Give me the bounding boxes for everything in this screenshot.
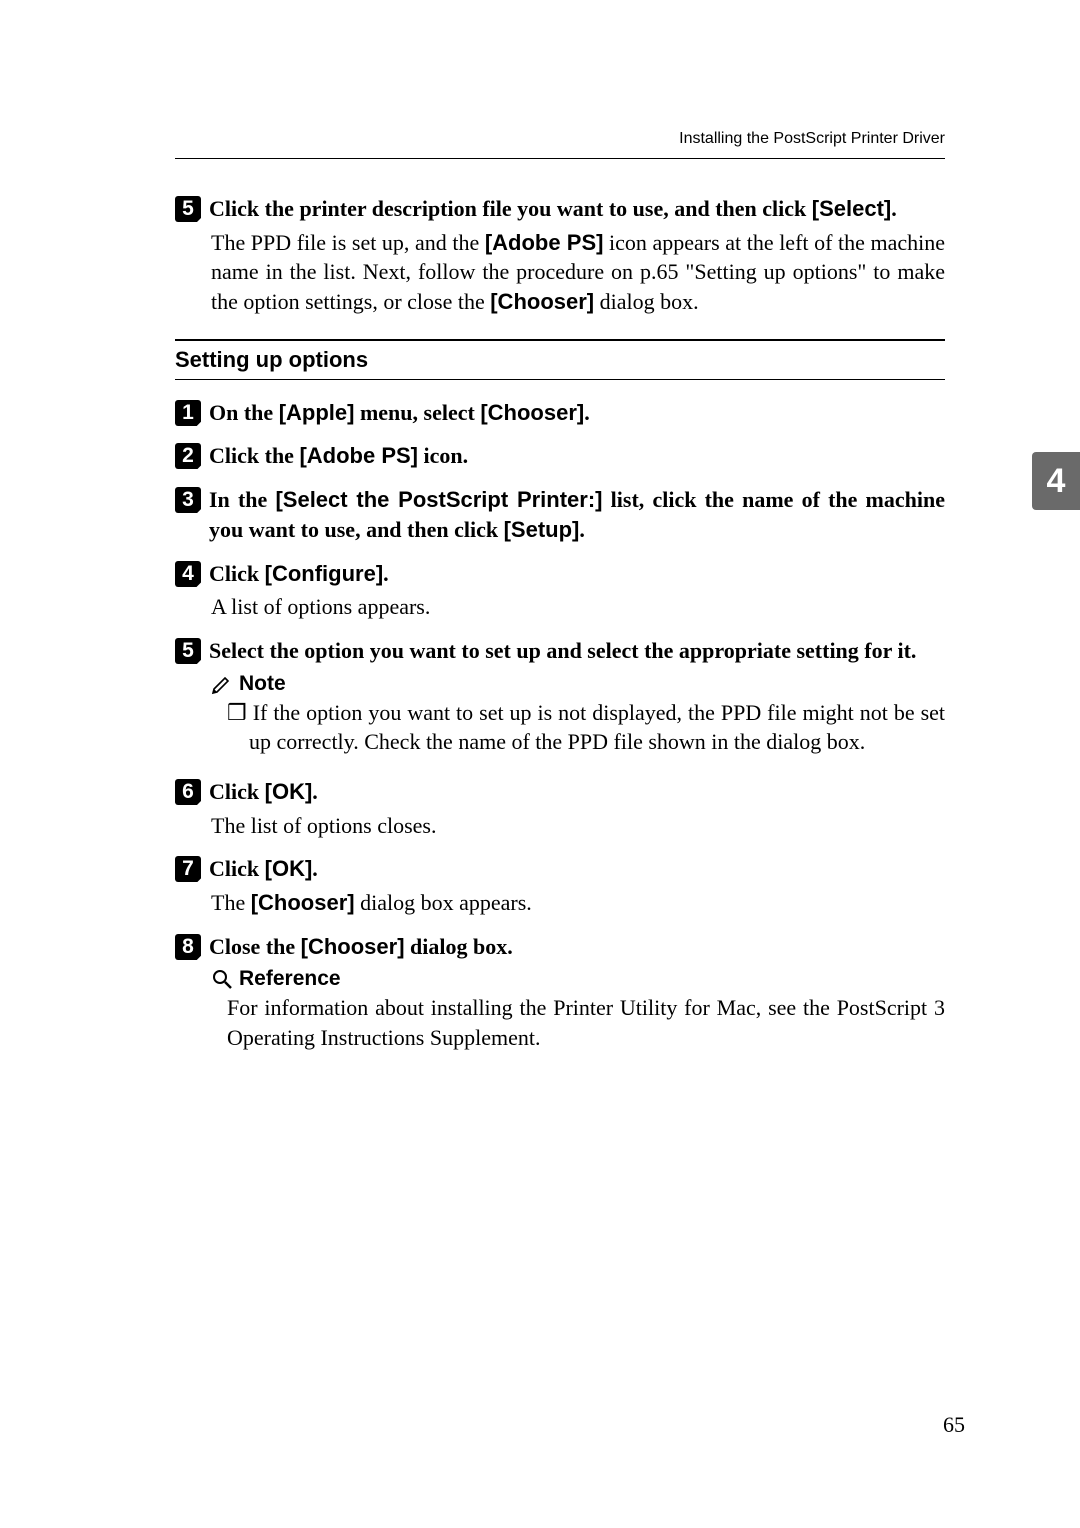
- step-title: Close the [Chooser] dialog box.: [209, 932, 513, 962]
- step-1: 1 On the [Apple] menu, select [Chooser].: [175, 398, 945, 428]
- step-title: On the [Apple] menu, select [Chooser].: [209, 398, 590, 428]
- step-number-icon: 1: [175, 400, 201, 426]
- step-number-icon: 8: [175, 934, 201, 960]
- step-3: 3 In the [Select the PostScript Printer:…: [175, 485, 945, 544]
- step-4: 4 Click [Configure]. A list of options a…: [175, 559, 945, 622]
- step-body: A list of options appears.: [211, 592, 945, 622]
- reference-body: For information about installing the Pri…: [227, 993, 945, 1052]
- step-5: 5 Select the option you want to set up a…: [175, 636, 945, 757]
- step-number-icon: 5: [175, 638, 201, 664]
- note-label: Note: [239, 672, 286, 696]
- magnifier-icon: [211, 968, 233, 990]
- pencil-icon: [211, 673, 233, 695]
- step-number-icon: 5: [175, 196, 201, 222]
- step-number-icon: 3: [175, 487, 201, 513]
- reference-heading: Reference: [211, 967, 945, 991]
- step-title: Select the option you want to set up and…: [209, 636, 916, 666]
- step-body: The list of options closes.: [211, 811, 945, 841]
- section-heading: Setting up options: [175, 339, 945, 380]
- step-7: 7 Click [OK]. The [Chooser] dialog box a…: [175, 854, 945, 917]
- chapter-tab: 4: [1032, 452, 1080, 510]
- step-body: The [Chooser] dialog box appears.: [211, 888, 945, 918]
- step-body: The PPD file is set up, and the [Adobe P…: [211, 228, 945, 317]
- step-2: 2 Click the [Adobe PS] icon.: [175, 441, 945, 471]
- step-title: Click [OK].: [209, 777, 318, 807]
- step-title: In the [Select the PostScript Printer:] …: [209, 485, 945, 544]
- step-5-select-file: 5 Click the printer description file you…: [175, 194, 945, 317]
- step-title: Click the [Adobe PS] icon.: [209, 441, 468, 471]
- step-title: Click [Configure].: [209, 559, 389, 589]
- note-heading: Note: [211, 672, 945, 696]
- step-number-icon: 4: [175, 561, 201, 587]
- header-title: Installing the PostScript Printer Driver: [679, 130, 945, 147]
- step-6: 6 Click [OK]. The list of options closes…: [175, 777, 945, 840]
- step-number-icon: 6: [175, 779, 201, 805]
- step-title: Click [OK].: [209, 854, 318, 884]
- step-number-icon: 2: [175, 443, 201, 469]
- page-number: 65: [943, 1412, 965, 1438]
- reference-label: Reference: [239, 967, 341, 991]
- running-header: Installing the PostScript Printer Driver: [175, 130, 945, 159]
- step-8: 8 Close the [Chooser] dialog box. Refere…: [175, 932, 945, 1053]
- step-number-icon: 7: [175, 856, 201, 882]
- note-body: ❒ If the option you want to set up is no…: [227, 698, 945, 757]
- step-title: Click the printer description file you w…: [209, 194, 897, 224]
